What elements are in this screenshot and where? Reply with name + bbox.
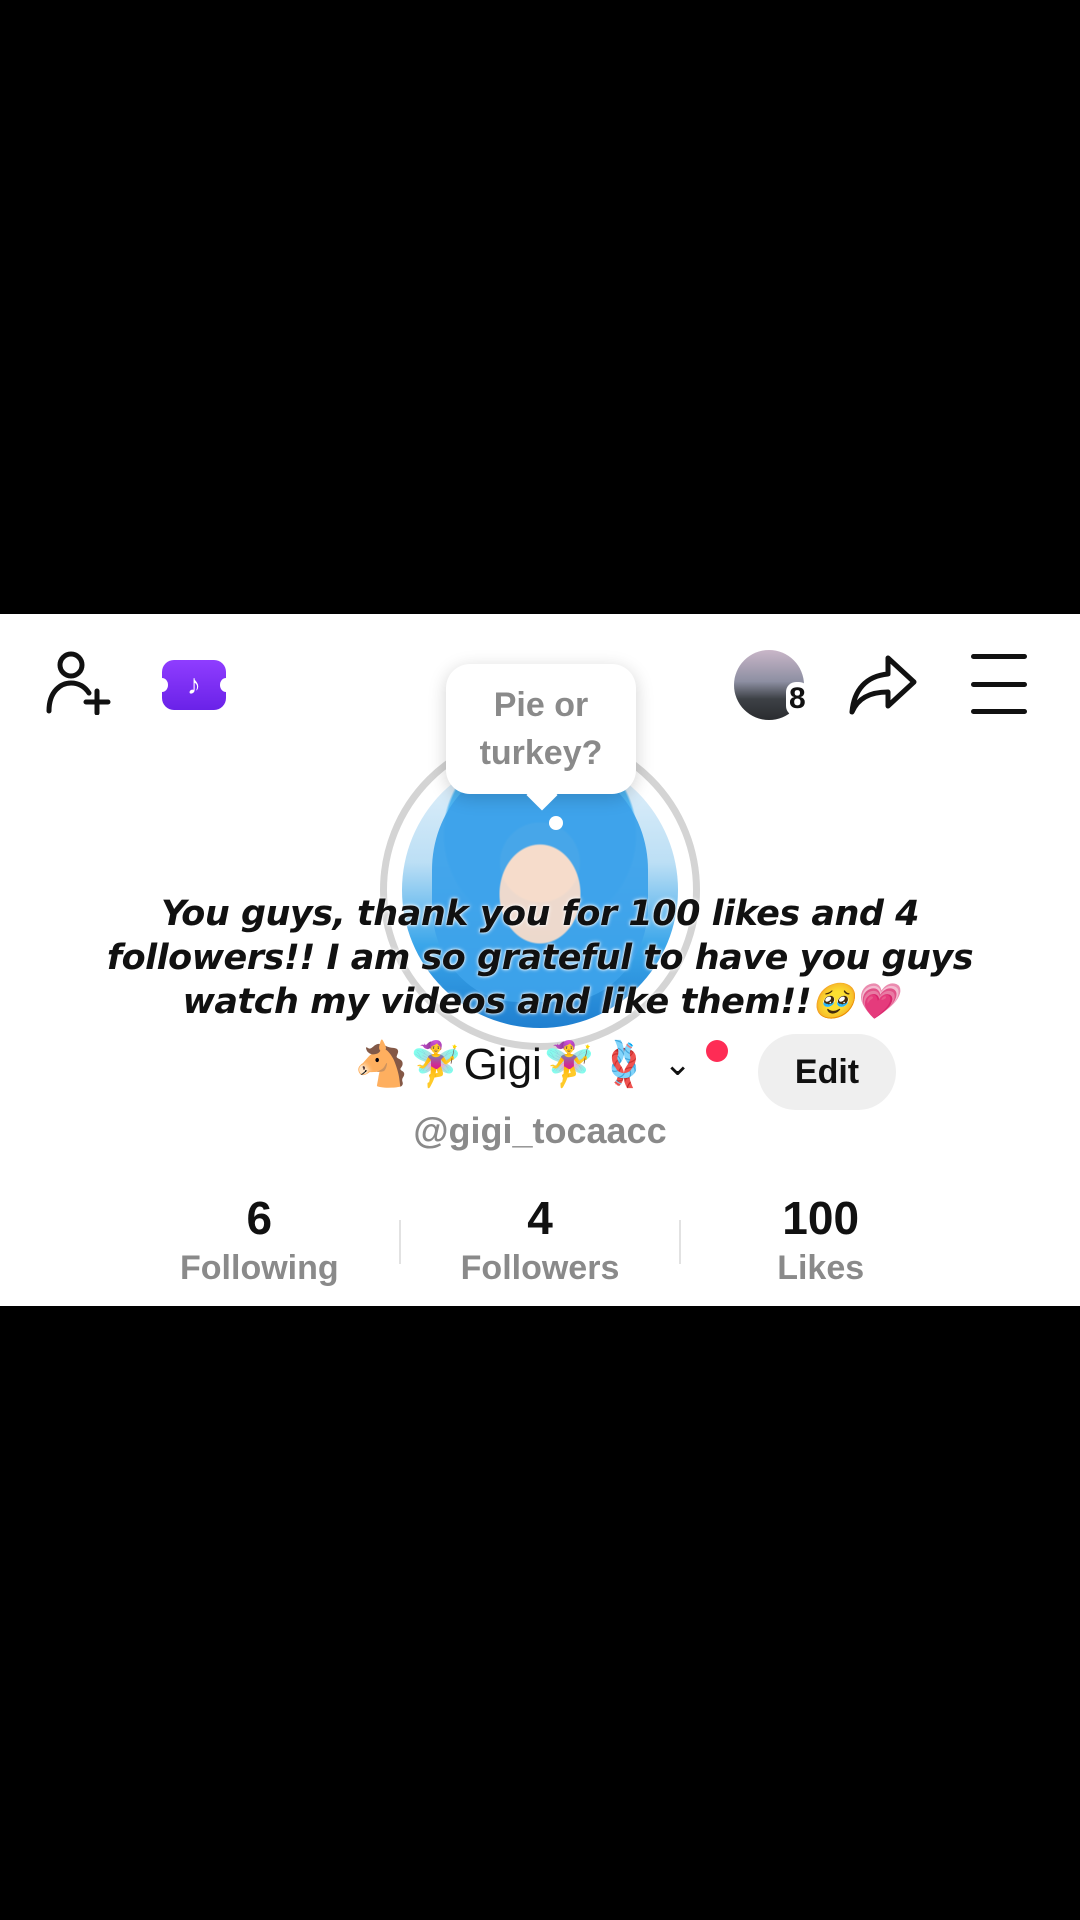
edit-button[interactable]: Edit (758, 1034, 896, 1110)
chevron-down-icon[interactable]: ⌄ (663, 1044, 692, 1084)
bubble-dot (549, 816, 563, 830)
add-user-icon[interactable] (40, 648, 120, 718)
notification-dot (706, 1040, 728, 1062)
stat-followers[interactable]: 4 Followers (401, 1192, 680, 1292)
share-icon[interactable] (846, 650, 920, 720)
stat-value: 6 (246, 1192, 273, 1244)
stat-following[interactable]: 6 Following (120, 1192, 399, 1292)
music-note-icon: ♪ (187, 669, 201, 700)
bubble-line-1: Pie or (493, 686, 589, 724)
tiktok-ticket-icon[interactable]: ♪ (156, 660, 232, 710)
display-name: 🐴🧚‍♀️Gigi🧚‍♀️🪢 (354, 1040, 652, 1089)
profile-header: ♪ 8 Pie or turkey? You guys, thank you f… (0, 614, 1080, 1306)
stat-value: 100 (782, 1192, 860, 1244)
story-count-badge: 8 (786, 682, 809, 716)
stat-value: 4 (527, 1192, 553, 1244)
username-handle: @gigi_tocaacc (413, 1110, 667, 1151)
status-bubble[interactable]: Pie or turkey? (446, 664, 636, 794)
stat-label: Following (180, 1249, 339, 1287)
stats-row: 6 Following 4 Followers 100 Likes (120, 1192, 960, 1292)
display-name-row[interactable]: 🐴🧚‍♀️Gigi🧚‍♀️🪢 ⌄ (354, 1034, 692, 1094)
stat-likes[interactable]: 100 Likes (681, 1192, 960, 1292)
overlay-caption: You guys, thank you for 100 likes and 4 … (106, 894, 974, 1022)
stat-label: Likes (777, 1249, 865, 1287)
bubble-line-2: turkey? (479, 734, 603, 772)
stat-label: Followers (460, 1249, 620, 1287)
menu-icon[interactable] (968, 654, 1030, 714)
